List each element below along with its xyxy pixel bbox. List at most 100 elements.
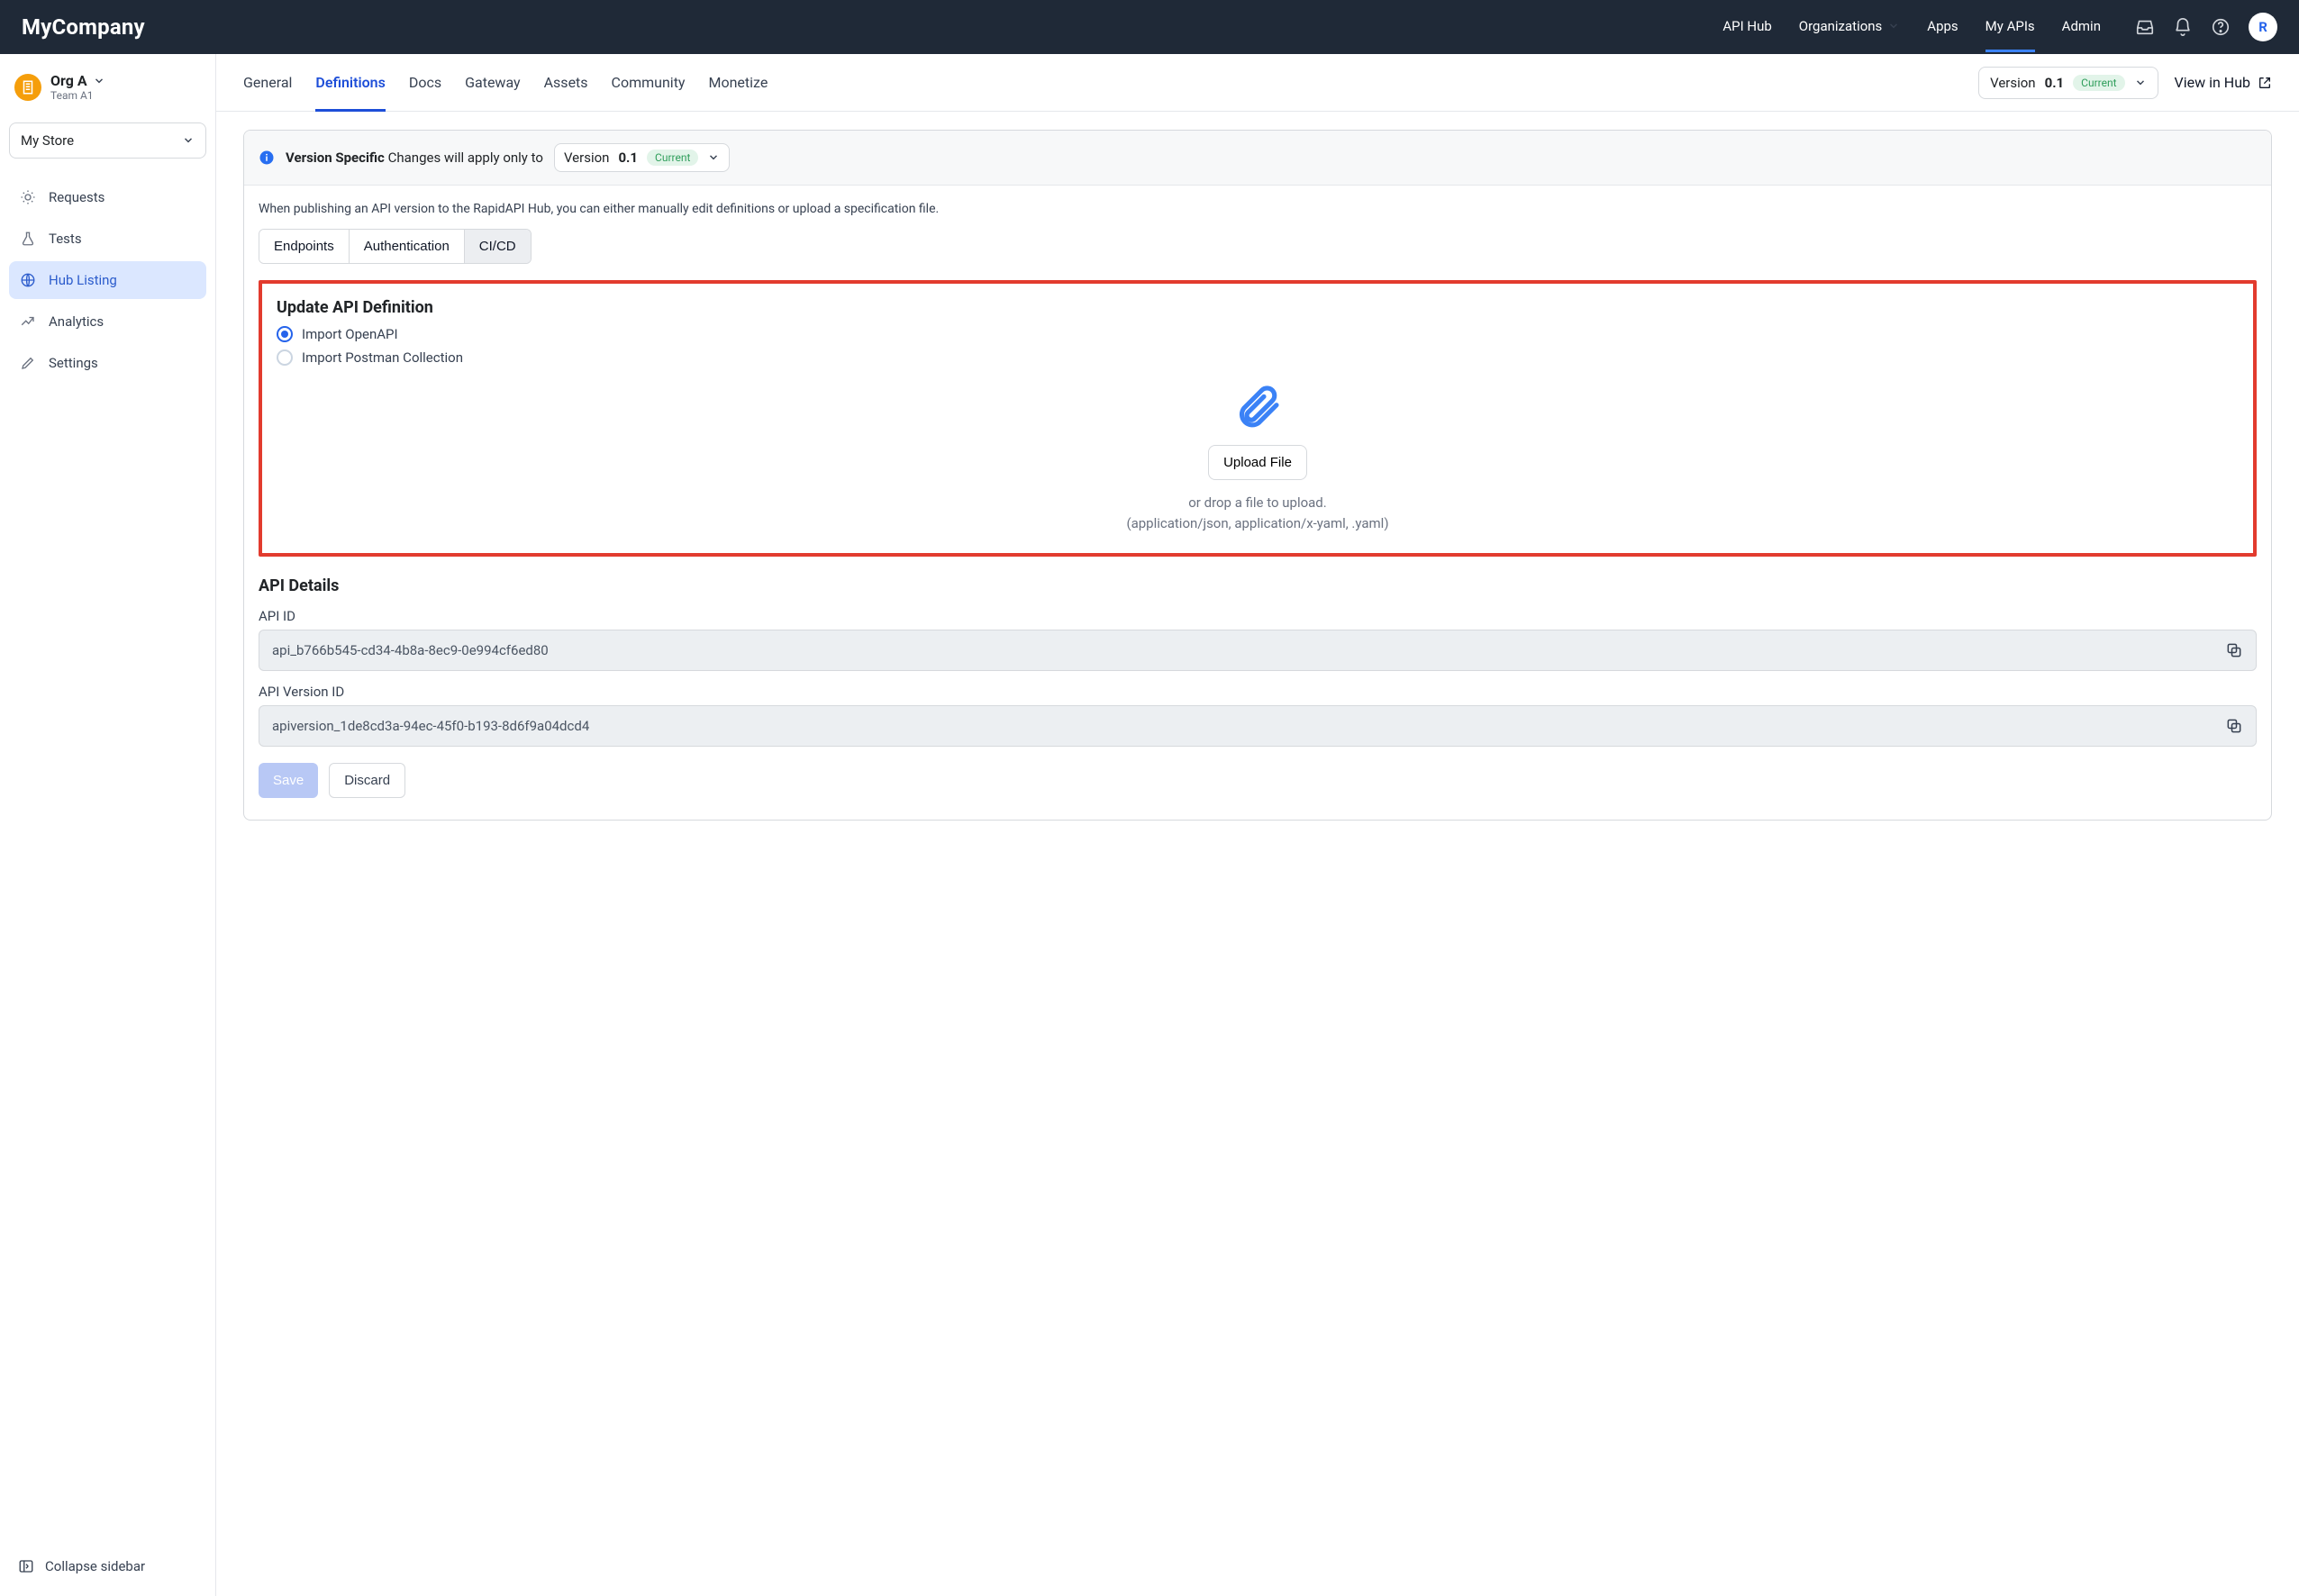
chevron-down-icon <box>2134 77 2147 89</box>
api-version-id-value: apiversion_1de8cd3a-94ec-45f0-b193-8d6f9… <box>272 718 589 734</box>
analytics-icon <box>20 313 36 330</box>
discard-button[interactable]: Discard <box>329 763 405 798</box>
update-definition-section: Update API Definition Import OpenAPI Imp… <box>259 280 2257 557</box>
sidebar-item-analytics[interactable]: Analytics <box>9 303 206 340</box>
api-version-id-label: API Version ID <box>259 684 2257 700</box>
nav-organizations[interactable]: Organizations <box>1799 18 1901 36</box>
segtab-endpoints[interactable]: Endpoints <box>259 230 350 263</box>
tab-gateway[interactable]: Gateway <box>465 54 521 111</box>
radio-import-openapi[interactable]: Import OpenAPI <box>277 326 2239 342</box>
chevron-down-icon <box>93 75 105 87</box>
definition-subtabs: Endpoints Authentication CI/CD <box>259 229 532 264</box>
external-link-icon <box>2258 76 2272 90</box>
nav-apps[interactable]: Apps <box>1927 18 1958 36</box>
api-id-value: api_b766b545-cd34-4b8a-8ec9-0e994cf6ed80 <box>272 642 549 658</box>
top-icons: R <box>2135 13 2277 41</box>
collapse-icon <box>18 1558 34 1574</box>
sidebar-item-settings[interactable]: Settings <box>9 344 206 382</box>
nav-organizations-label: Organizations <box>1799 18 1883 34</box>
radio-label: Import OpenAPI <box>302 326 398 342</box>
requests-icon <box>20 189 36 205</box>
tab-definitions[interactable]: Definitions <box>315 54 385 111</box>
upload-file-button[interactable]: Upload File <box>1208 445 1307 480</box>
upload-dropzone[interactable]: Upload File or drop a file to upload. (a… <box>277 382 2239 533</box>
top-header: MyCompany API Hub Organizations Apps My … <box>0 0 2299 54</box>
banner-version-value: 0.1 <box>618 150 638 166</box>
version-selector[interactable]: Version 0.1 Current <box>1978 67 2158 99</box>
sidebar-item-hub-listing[interactable]: Hub Listing <box>9 261 206 299</box>
radio-import-postman[interactable]: Import Postman Collection <box>277 349 2239 366</box>
nav-api-hub[interactable]: API Hub <box>1722 18 1771 36</box>
banner-strong: Version Specific <box>286 150 385 166</box>
org-switcher[interactable]: Org A Team A1 <box>9 63 206 112</box>
definitions-panel: Version Specific Changes will apply only… <box>243 130 2272 821</box>
tab-assets[interactable]: Assets <box>544 54 588 111</box>
globe-icon <box>20 272 36 288</box>
nav-admin[interactable]: Admin <box>2062 18 2101 36</box>
banner-version-select[interactable]: Version 0.1 Current <box>554 143 730 172</box>
store-select[interactable]: My Store <box>9 122 206 159</box>
banner-version-badge: Current <box>647 150 698 166</box>
sidebar-item-label: Settings <box>49 355 98 371</box>
radio-label: Import Postman Collection <box>302 349 463 366</box>
store-select-label: My Store <box>21 132 74 149</box>
info-icon <box>259 150 275 166</box>
nav-my-apis[interactable]: My APIs <box>1986 18 2035 36</box>
form-actions: Save Discard <box>259 763 2257 798</box>
version-prefix: Version <box>1990 75 2036 91</box>
api-id-label: API ID <box>259 608 2257 624</box>
api-details-title: API Details <box>259 576 2257 595</box>
inbox-icon[interactable] <box>2135 17 2155 37</box>
banner-rest: Changes will apply only to <box>388 150 543 166</box>
update-title: Update API Definition <box>277 298 2239 317</box>
sidebar-item-label: Tests <box>49 231 82 247</box>
save-button[interactable]: Save <box>259 763 318 798</box>
banner-version-prefix: Version <box>564 150 610 166</box>
sidebar-item-label: Hub Listing <box>49 272 117 288</box>
sidebar-item-requests[interactable]: Requests <box>9 178 206 216</box>
sub-tabs: General Definitions Docs Gateway Assets … <box>243 54 768 111</box>
version-banner: Version Specific Changes will apply only… <box>244 131 2271 186</box>
copy-icon[interactable] <box>2225 641 2243 659</box>
radio-icon <box>277 349 293 366</box>
api-version-id-field: apiversion_1de8cd3a-94ec-45f0-b193-8d6f9… <box>259 705 2257 747</box>
chevron-down-icon <box>707 151 720 164</box>
api-id-field: api_b766b545-cd34-4b8a-8ec9-0e994cf6ed80 <box>259 630 2257 671</box>
sidebar-nav: Requests Tests Hub Listing Analytics Set… <box>9 178 206 382</box>
pencil-icon <box>20 355 36 371</box>
drop-hint-line1: or drop a file to upload. <box>1126 493 1388 513</box>
view-in-hub-label: View in Hub <box>2175 74 2250 91</box>
sub-header: General Definitions Docs Gateway Assets … <box>216 54 2299 112</box>
copy-icon[interactable] <box>2225 717 2243 735</box>
org-logo-icon <box>14 74 41 101</box>
avatar[interactable]: R <box>2249 13 2277 41</box>
version-value: 0.1 <box>2045 75 2065 91</box>
avatar-initial: R <box>2258 19 2267 35</box>
chevron-down-icon <box>182 134 195 147</box>
top-nav: API Hub Organizations Apps My APIs Admin… <box>1722 13 2277 41</box>
bell-icon[interactable] <box>2173 17 2193 37</box>
tab-community[interactable]: Community <box>612 54 686 111</box>
view-in-hub-link[interactable]: View in Hub <box>2175 74 2272 91</box>
drop-hint: or drop a file to upload. (application/j… <box>1126 493 1388 533</box>
org-name: Org A <box>50 72 87 89</box>
chevron-down-icon <box>1887 20 1900 32</box>
tab-general[interactable]: General <box>243 54 292 111</box>
brand-logo: MyCompany <box>22 14 145 40</box>
segtab-authentication[interactable]: Authentication <box>350 230 465 263</box>
sidebar: Org A Team A1 My Store Requests Tests Hu… <box>0 54 216 1596</box>
sidebar-item-tests[interactable]: Tests <box>9 220 206 258</box>
segtab-cicd[interactable]: CI/CD <box>465 230 531 263</box>
drop-hint-line2: (application/json, application/x-yaml, .… <box>1126 513 1388 534</box>
help-icon[interactable] <box>2211 17 2231 37</box>
tab-monetize[interactable]: Monetize <box>709 54 768 111</box>
collapse-label: Collapse sidebar <box>45 1558 145 1574</box>
collapse-sidebar[interactable]: Collapse sidebar <box>9 1549 206 1583</box>
helper-text: When publishing an API version to the Ra… <box>259 202 2257 216</box>
tab-docs[interactable]: Docs <box>409 54 441 111</box>
flask-icon <box>20 231 36 247</box>
paperclip-icon <box>1232 382 1283 432</box>
org-team: Team A1 <box>50 89 105 102</box>
radio-icon <box>277 326 293 342</box>
sidebar-item-label: Requests <box>49 189 104 205</box>
